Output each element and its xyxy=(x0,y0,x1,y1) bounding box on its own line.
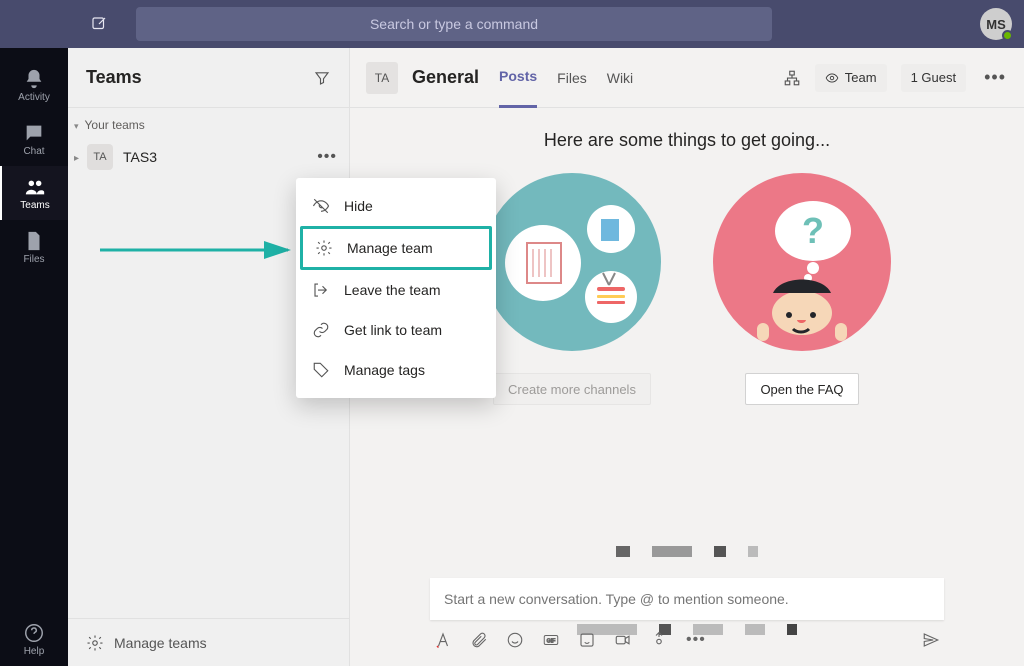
left-rail: Activity Chat Teams Files Help xyxy=(0,48,68,666)
presence-available-icon xyxy=(1002,30,1013,41)
eye-icon xyxy=(825,71,839,85)
guest-badge[interactable]: 1 Guest xyxy=(901,64,967,92)
card-faq: ? Open the FAQ xyxy=(712,173,892,405)
team-badge: TA xyxy=(87,144,113,170)
channel-team-badge: TA xyxy=(366,62,398,94)
ctx-hide[interactable]: Hide xyxy=(296,186,496,226)
team-name: TAS3 xyxy=(123,149,317,165)
rail-help[interactable]: Help xyxy=(0,612,68,666)
channel-name: General xyxy=(412,67,479,88)
rail-teams[interactable]: Teams xyxy=(0,166,68,220)
open-faq-button[interactable]: Open the FAQ xyxy=(745,373,858,405)
compose-more-icon[interactable]: ••• xyxy=(686,631,706,649)
rail-chat[interactable]: Chat xyxy=(0,112,68,166)
chevron-right-icon xyxy=(74,148,87,166)
teams-icon xyxy=(24,176,46,198)
gear-icon xyxy=(86,634,104,652)
ctx-get-link[interactable]: Get link to team xyxy=(296,310,496,350)
top-bar: MS xyxy=(0,0,1024,48)
your-teams-header[interactable]: Your teams xyxy=(68,108,349,138)
tag-icon xyxy=(312,361,330,379)
gear-icon xyxy=(315,239,333,257)
rail-activity[interactable]: Activity xyxy=(0,58,68,112)
format-icon[interactable] xyxy=(434,631,452,649)
leave-icon xyxy=(312,281,330,299)
card-create-channels: Create more channels xyxy=(482,173,662,405)
tab-files[interactable]: Files xyxy=(557,48,587,108)
gif-icon[interactable]: GIF xyxy=(542,631,560,649)
compose-area: GIF ••• xyxy=(350,578,1024,666)
avatar[interactable]: MS xyxy=(980,8,1012,40)
teams-title: Teams xyxy=(86,67,142,88)
compose-icon[interactable] xyxy=(90,15,108,33)
tab-wiki[interactable]: Wiki xyxy=(607,48,633,108)
ctx-leave-team[interactable]: Leave the team xyxy=(296,270,496,310)
manage-teams-button[interactable]: Manage teams xyxy=(68,618,349,666)
stream-icon[interactable] xyxy=(650,631,668,649)
channel-more-button[interactable]: ••• xyxy=(984,67,1006,88)
chat-icon xyxy=(23,122,45,144)
create-channels-button[interactable]: Create more channels xyxy=(493,373,651,405)
compose-toolbar: GIF ••• xyxy=(430,620,944,654)
meet-now-icon[interactable] xyxy=(614,631,632,649)
files-icon xyxy=(23,230,45,252)
ctx-manage-tags[interactable]: Manage tags xyxy=(296,350,496,390)
illustration-faq: ? xyxy=(713,173,891,351)
rail-files[interactable]: Files xyxy=(0,220,68,274)
svg-text:?: ? xyxy=(802,210,824,251)
team-row[interactable]: TA TAS3 ••• xyxy=(68,138,349,176)
annotation-arrow xyxy=(100,230,300,270)
search-input[interactable] xyxy=(136,7,772,41)
team-context-menu: Hide Manage team Leave the team Get link… xyxy=(296,178,496,398)
emoji-icon[interactable] xyxy=(506,631,524,649)
tab-posts[interactable]: Posts xyxy=(499,48,537,108)
svg-text:GIF: GIF xyxy=(547,638,556,644)
org-chart-icon[interactable] xyxy=(783,69,801,87)
send-icon[interactable] xyxy=(922,631,940,649)
team-more-button[interactable]: ••• xyxy=(317,148,337,166)
avatar-initials: MS xyxy=(986,17,1006,32)
help-icon xyxy=(23,622,45,644)
hero-title: Here are some things to get going... xyxy=(370,130,1004,151)
compose-input[interactable] xyxy=(430,578,944,620)
ctx-manage-team[interactable]: Manage team xyxy=(300,226,492,270)
link-icon xyxy=(312,321,330,339)
channel-header: TA General Posts Files Wiki Team 1 Guest… xyxy=(350,48,1024,108)
filter-icon[interactable] xyxy=(313,69,331,87)
attach-icon[interactable] xyxy=(470,631,488,649)
visibility-badge[interactable]: Team xyxy=(815,64,887,92)
illustration-channels xyxy=(483,173,661,351)
sticker-icon[interactable] xyxy=(578,631,596,649)
hide-icon xyxy=(312,197,330,215)
bell-icon xyxy=(23,68,45,90)
